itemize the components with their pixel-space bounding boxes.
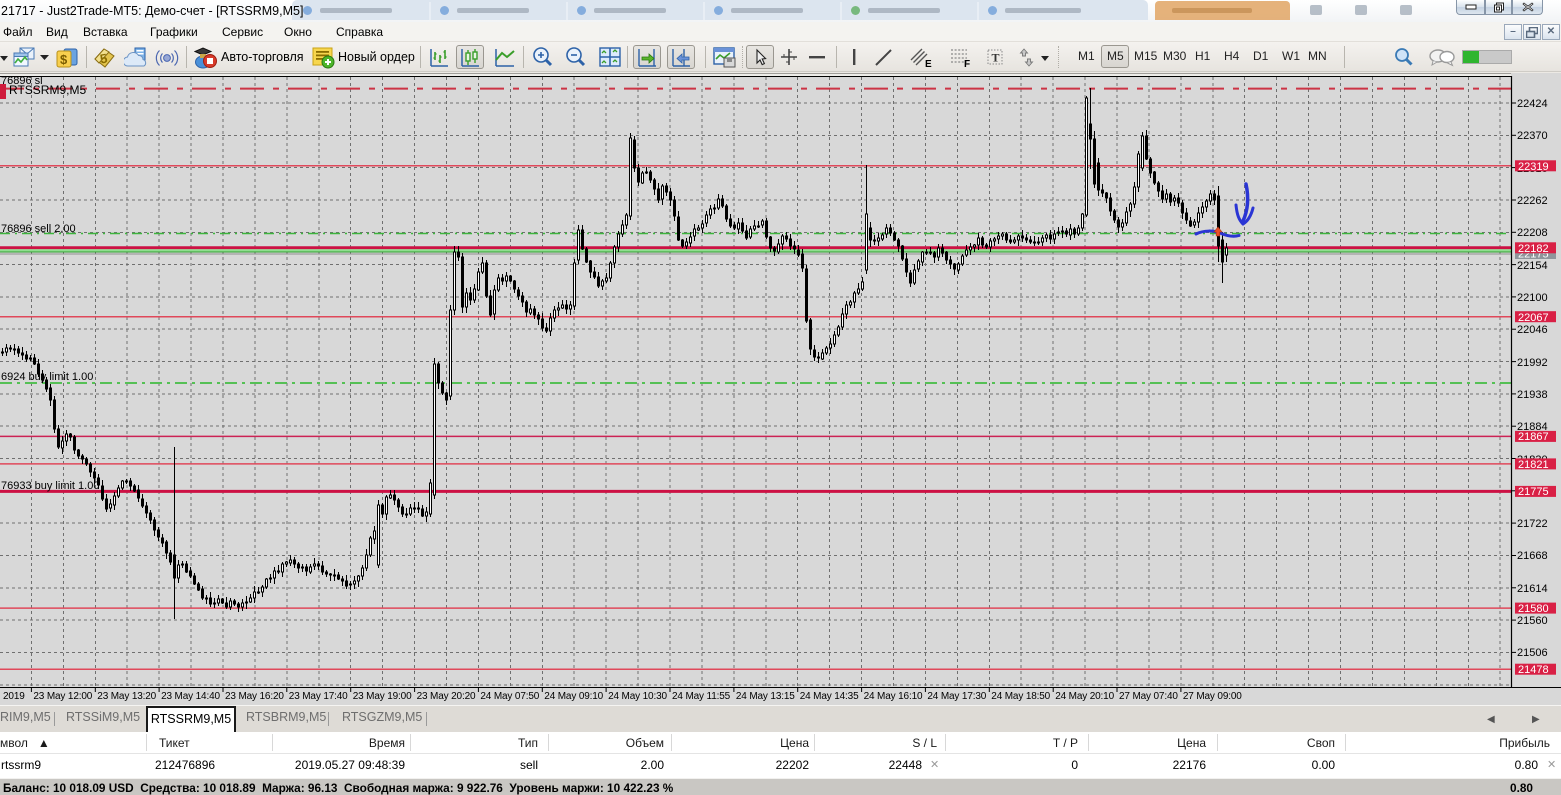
svg-text:22319: 22319 <box>1518 161 1549 173</box>
svg-text:23 May 19:00: 23 May 19:00 <box>353 691 412 702</box>
svg-text:22424: 22424 <box>1517 98 1548 110</box>
svg-text:22208: 22208 <box>1517 227 1548 239</box>
svg-text:21506: 21506 <box>1517 647 1548 659</box>
svg-text:22182: 22182 <box>1518 243 1549 255</box>
svg-text:21614: 21614 <box>1517 583 1548 595</box>
svg-text:76933 buy limit 1.00: 76933 buy limit 1.00 <box>1 480 99 492</box>
svg-text:22046: 22046 <box>1517 324 1548 336</box>
svg-text:21668: 21668 <box>1517 550 1548 562</box>
svg-text:21560: 21560 <box>1517 615 1548 627</box>
svg-text:23 May 16:20: 23 May 16:20 <box>225 691 284 702</box>
svg-text:22370: 22370 <box>1517 130 1548 142</box>
svg-text:21867: 21867 <box>1518 431 1549 443</box>
svg-text:21938: 21938 <box>1517 389 1548 401</box>
svg-text:E: E <box>925 59 932 70</box>
svg-text:24 May 18:50: 24 May 18:50 <box>991 691 1050 702</box>
svg-text:T: T <box>992 51 1000 65</box>
svg-text:22100: 22100 <box>1517 292 1548 304</box>
svg-text:23 May 14:40: 23 May 14:40 <box>161 691 220 702</box>
svg-text:6924 buy limit 1.00: 6924 buy limit 1.00 <box>1 371 93 383</box>
svg-text:22067: 22067 <box>1518 312 1549 324</box>
svg-text:24 May 17:30: 24 May 17:30 <box>927 691 986 702</box>
svg-text:27 May 07:40: 27 May 07:40 <box>1119 691 1178 702</box>
svg-text:21775: 21775 <box>1518 486 1549 498</box>
svg-text:24 May 10:30: 24 May 10:30 <box>608 691 667 702</box>
svg-text:24 May 11:55: 24 May 11:55 <box>672 691 731 702</box>
svg-text:RTSSRM9,M5: RTSSRM9,M5 <box>9 83 86 97</box>
svg-text:22154: 22154 <box>1517 260 1548 272</box>
svg-text:23 May 20:20: 23 May 20:20 <box>417 691 476 702</box>
svg-text:23 May 17:40: 23 May 17:40 <box>289 691 348 702</box>
svg-text:76896 sell 2.00: 76896 sell 2.00 <box>1 223 76 235</box>
svg-text:24 May 20:10: 24 May 20:10 <box>1055 691 1114 702</box>
svg-text:27 May 09:00: 27 May 09:00 <box>1183 691 1242 702</box>
svg-text:2019: 2019 <box>3 691 25 702</box>
svg-text:21722: 21722 <box>1517 518 1548 530</box>
svg-text:23 May 13:20: 23 May 13:20 <box>97 691 156 702</box>
svg-text:$: $ <box>60 52 68 67</box>
svg-text:23 May 12:00: 23 May 12:00 <box>33 691 92 702</box>
svg-text:24 May 09:10: 24 May 09:10 <box>544 691 603 702</box>
svg-text:24 May 13:15: 24 May 13:15 <box>736 691 795 702</box>
svg-text:24 May 16:10: 24 May 16:10 <box>864 691 923 702</box>
svg-text:21992: 21992 <box>1517 357 1548 369</box>
svg-text:21580: 21580 <box>1518 603 1549 615</box>
svg-text:F: F <box>964 59 970 70</box>
svg-text:21821: 21821 <box>1518 459 1549 471</box>
svg-text:24 May 14:35: 24 May 14:35 <box>800 691 859 702</box>
svg-text:24 May 07:50: 24 May 07:50 <box>480 691 539 702</box>
svg-text:21478: 21478 <box>1518 664 1549 676</box>
svg-text:22262: 22262 <box>1517 195 1548 207</box>
